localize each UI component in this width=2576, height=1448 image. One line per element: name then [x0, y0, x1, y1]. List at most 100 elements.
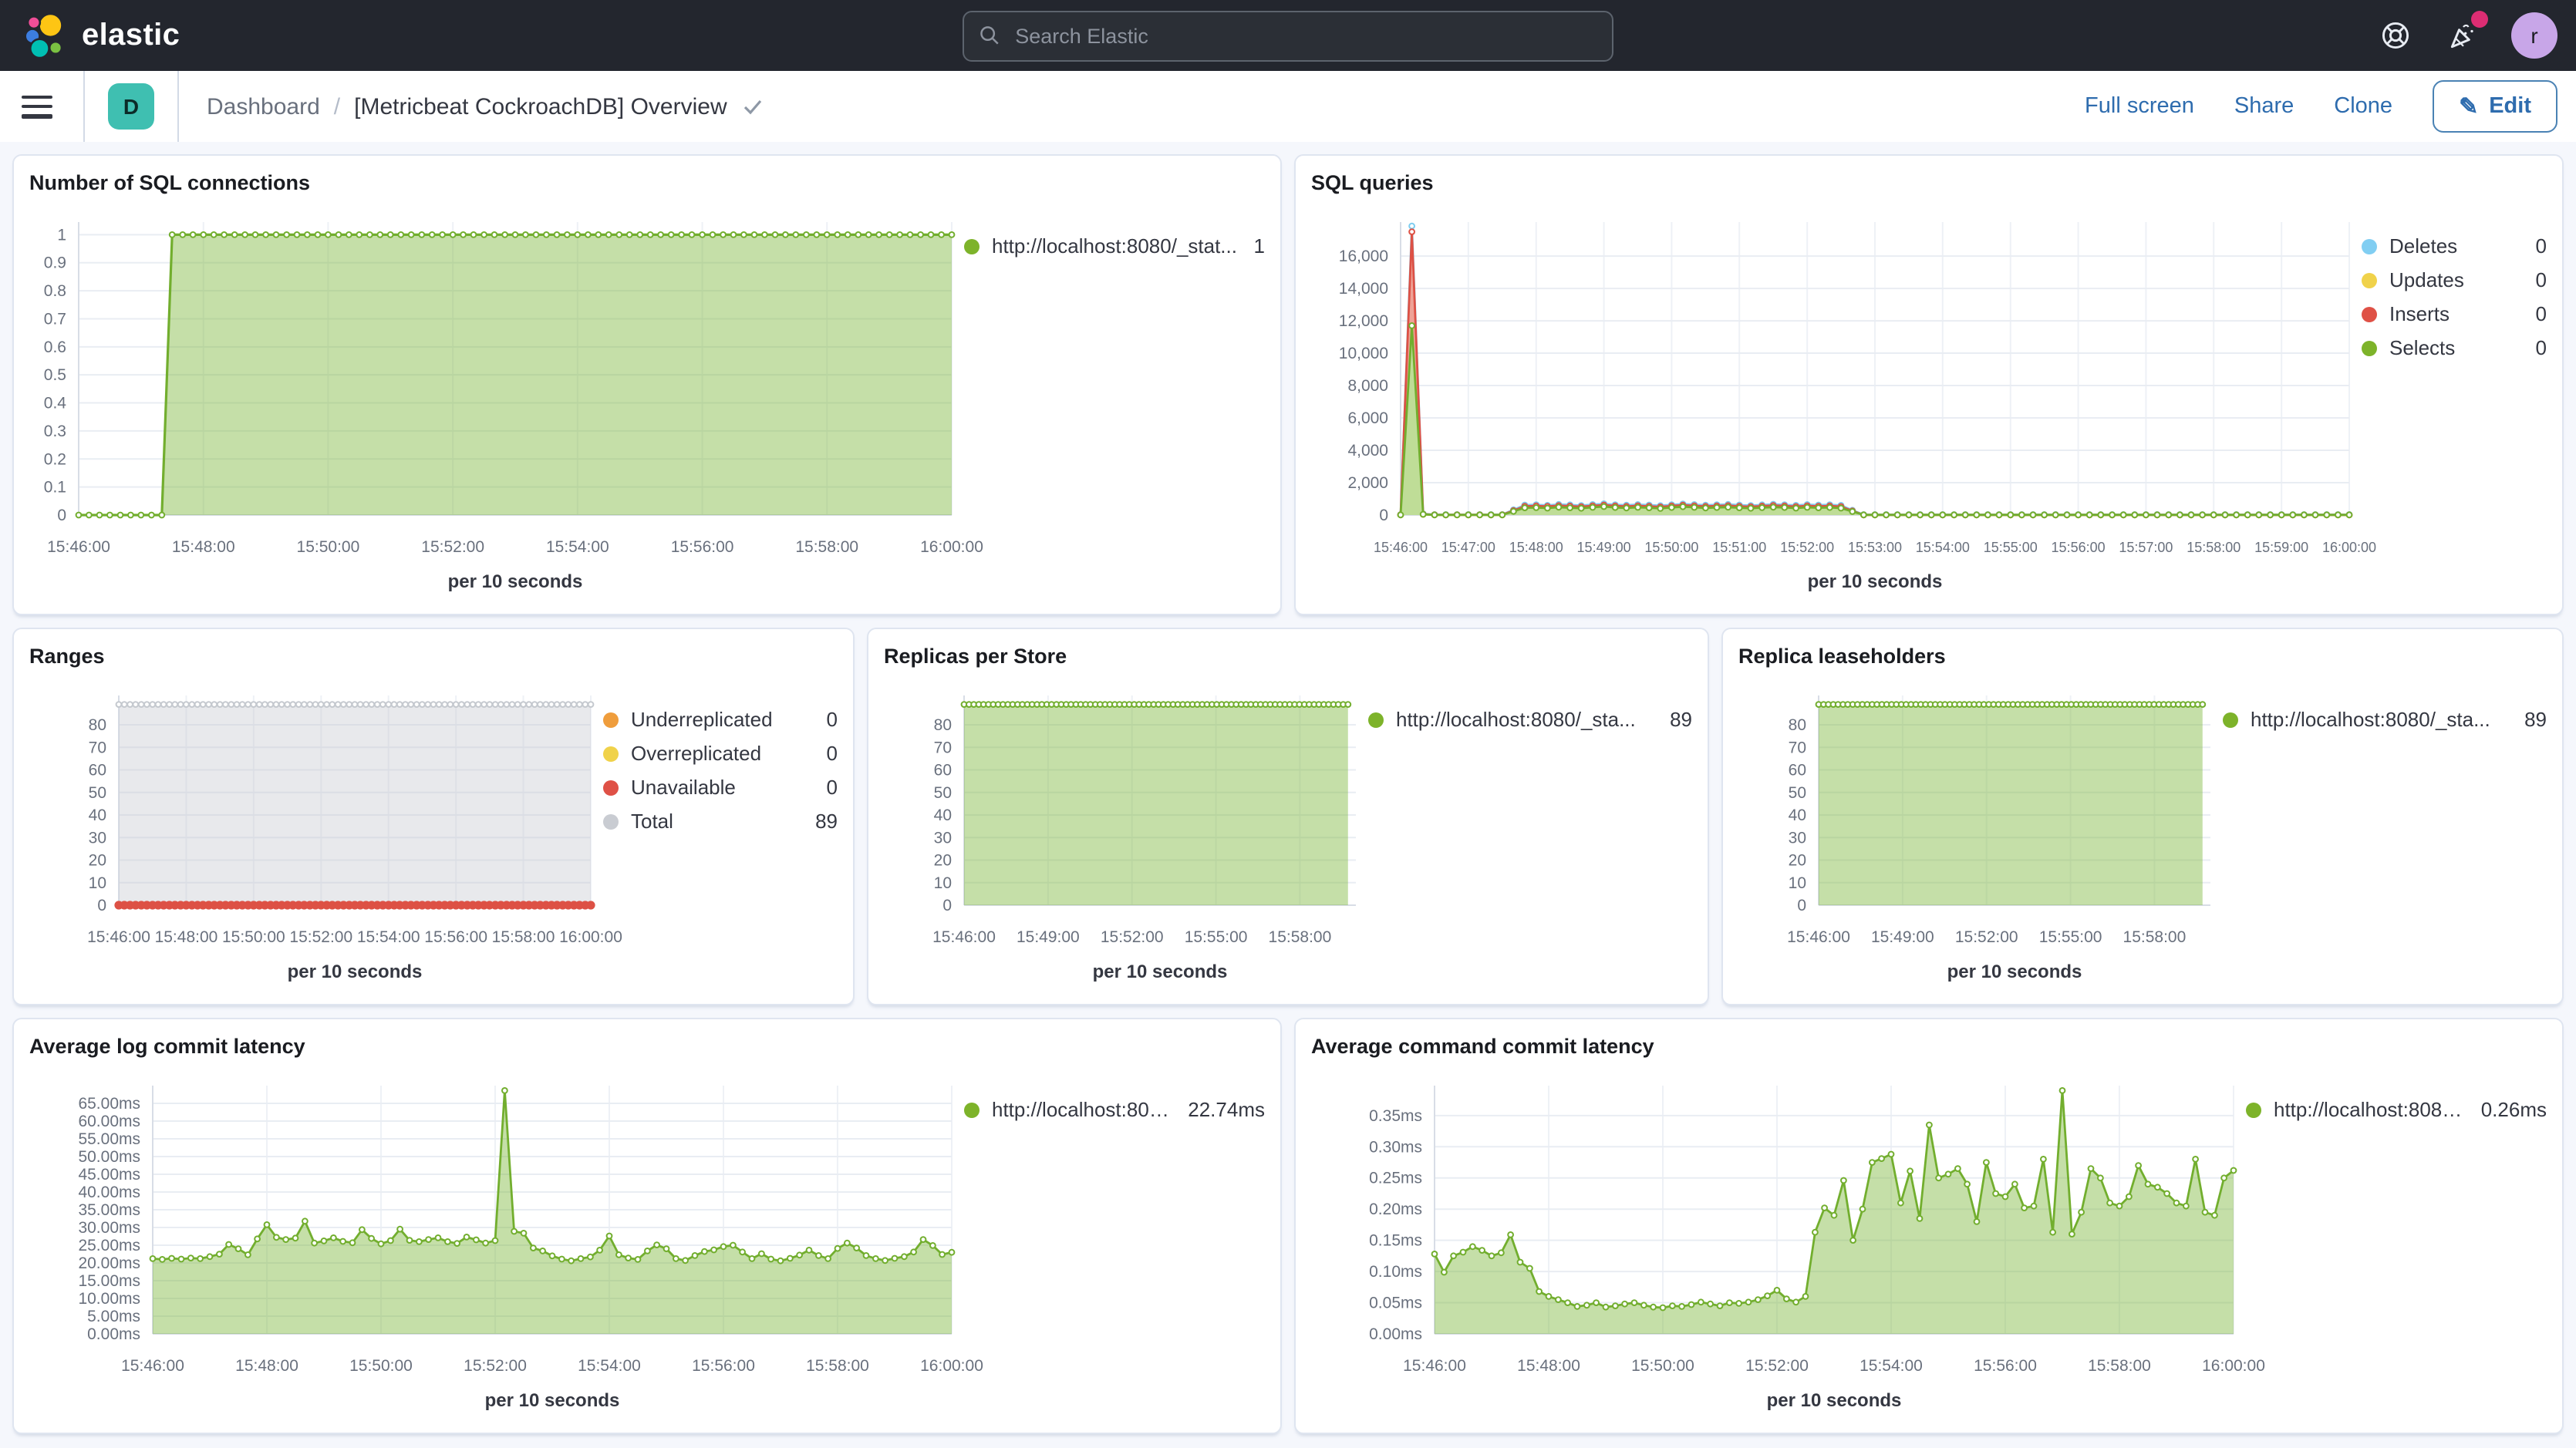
svg-text:0: 0	[942, 897, 952, 914]
panel-title[interactable]: SQL queries	[1311, 171, 2547, 194]
help-button[interactable]	[2375, 15, 2416, 56]
global-search[interactable]	[963, 10, 1613, 61]
legend-item[interactable]: Unavailable0	[603, 773, 838, 802]
check-icon	[741, 94, 766, 119]
legend-series-label: http://localhost:8080/_sta...	[2251, 708, 2509, 731]
legend-series-dot	[2246, 1102, 2261, 1117]
legend-item[interactable]: http://localhost:8080/_sta... 89	[1368, 705, 1692, 734]
legend-series-label: http://localhost:8080/_sta...	[1396, 708, 1654, 731]
svg-text:15:50:00: 15:50:00	[1644, 540, 1698, 555]
svg-text:15:48:00: 15:48:00	[172, 538, 235, 556]
svg-text:10: 10	[934, 874, 952, 892]
chart-canvas: 15:46:0015:48:0015:50:0015:52:0015:54:00…	[1311, 1064, 2246, 1420]
legend-series-label: http://localhost:8080...	[2274, 1098, 2466, 1121]
svg-text:0.9: 0.9	[44, 254, 66, 272]
svg-text:15:55:00: 15:55:00	[2039, 928, 2102, 946]
legend-series-dot	[2362, 272, 2377, 288]
panel-title[interactable]: Average command commit latency	[1311, 1035, 2547, 1058]
panel-replicas-per-store: Replicas per Store 15:46:0015:49:0015:52…	[867, 628, 1709, 1005]
legend-series-dot	[964, 238, 979, 254]
svg-text:0.20ms: 0.20ms	[1369, 1200, 1422, 1218]
area-chart[interactable]: 15:46:0015:48:0015:50:0015:52:0015:54:00…	[29, 200, 964, 601]
area-chart[interactable]: 15:46:0015:49:0015:52:0015:55:0015:58:00…	[884, 674, 1368, 992]
svg-text:15:58:00: 15:58:00	[2123, 928, 2187, 946]
panel-title[interactable]: Average log commit latency	[29, 1035, 1265, 1058]
chart-legend: Underreplicated0 Overreplicated0 Unavailab…	[603, 674, 838, 992]
svg-text:5.00ms: 5.00ms	[87, 1308, 140, 1325]
legend-series-label: Updates	[2389, 268, 2520, 291]
legend-item[interactable]: Overreplicated0	[603, 739, 838, 768]
area-chart[interactable]: 15:46:0015:48:0015:50:0015:52:0015:54:00…	[29, 674, 603, 992]
legend-item[interactable]: http://localhost:808...22.74ms	[964, 1095, 1265, 1124]
legend-series-dot	[603, 712, 619, 727]
svg-text:15:51:00: 15:51:00	[1712, 540, 1766, 555]
svg-text:15:58:00: 15:58:00	[2187, 540, 2241, 555]
svg-text:15:50:00: 15:50:00	[1631, 1357, 1694, 1375]
svg-text:30: 30	[89, 829, 106, 847]
svg-text:25.00ms: 25.00ms	[78, 1237, 140, 1254]
svg-text:0.1: 0.1	[44, 479, 66, 497]
panel-title[interactable]: Number of SQL connections	[29, 171, 1265, 194]
user-avatar[interactable]: r	[2511, 12, 2557, 59]
svg-text:10.00ms: 10.00ms	[78, 1290, 140, 1308]
legend-item[interactable]: Deletes0	[2362, 231, 2547, 261]
svg-text:20: 20	[89, 852, 106, 870]
legend-item[interactable]: Updates0	[2362, 265, 2547, 295]
chart-legend: http://localhost:808...22.74ms	[964, 1064, 1265, 1420]
news-feed-button[interactable]	[2443, 15, 2483, 56]
full-screen-button[interactable]: Full screen	[2085, 94, 2194, 119]
svg-text:70: 70	[934, 739, 952, 756]
legend-item[interactable]: Total89	[603, 807, 838, 836]
legend-item[interactable]: Inserts0	[2362, 299, 2547, 328]
svg-text:55.00ms: 55.00ms	[78, 1130, 140, 1148]
svg-text:20.00ms: 20.00ms	[78, 1254, 140, 1272]
breadcrumb-dashboard-link[interactable]: Dashboard	[207, 93, 320, 120]
legend-item[interactable]: http://localhost:8080...0.26ms	[2246, 1095, 2547, 1124]
legend-series-dot	[2362, 340, 2377, 355]
chart-legend: Deletes0 Updates0 Inserts0 Selects0	[2362, 200, 2547, 601]
area-chart[interactable]: 15:46:0015:48:0015:50:0015:52:0015:54:00…	[29, 1064, 964, 1420]
legend-item[interactable]: http://localhost:8080/_sta...89	[2223, 705, 2547, 734]
elastic-logo-home-link[interactable]: elastic	[0, 12, 180, 59]
svg-text:15:55:00: 15:55:00	[1185, 928, 1248, 946]
share-button[interactable]: Share	[2234, 94, 2294, 119]
svg-text:15:54:00: 15:54:00	[357, 928, 420, 946]
legend-series-value: 89	[815, 810, 838, 833]
svg-text:35.00ms: 35.00ms	[78, 1201, 140, 1219]
edit-button[interactable]: ✎ Edit	[2433, 80, 2557, 133]
svg-text:15:58:00: 15:58:00	[2088, 1357, 2151, 1375]
svg-text:0.25ms: 0.25ms	[1369, 1170, 1422, 1187]
chart-legend: http://localhost:8080/_sta...89	[2223, 674, 2547, 992]
panel-title[interactable]: Ranges	[29, 645, 838, 668]
svg-text:16,000: 16,000	[1339, 248, 1388, 265]
svg-text:12,000: 12,000	[1339, 312, 1388, 330]
legend-series-label: http://localhost:8080/_stat...	[992, 234, 1239, 258]
area-chart[interactable]: 15:46:0015:47:0015:48:0015:49:0015:50:00…	[1311, 200, 2362, 601]
menu-toggle-button[interactable]	[22, 95, 52, 118]
clone-button[interactable]: Clone	[2334, 94, 2392, 119]
space-avatar[interactable]: D	[108, 83, 154, 130]
legend-item[interactable]: Underreplicated0	[603, 705, 838, 734]
panel-title[interactable]: Replica leaseholders	[1738, 645, 2547, 668]
svg-text:0: 0	[97, 897, 106, 914]
legend-item[interactable]: Selects0	[2362, 333, 2547, 362]
legend-series-dot	[2223, 712, 2238, 727]
page: elastic	[0, 0, 2576, 1448]
area-chart[interactable]: 15:46:0015:49:0015:52:0015:55:0015:58:00…	[1738, 674, 2223, 992]
edit-button-label: Edit	[2489, 94, 2531, 119]
svg-text:15:55:00: 15:55:00	[1984, 540, 2038, 555]
legend-series-dot	[2362, 238, 2377, 254]
search-input[interactable]	[1012, 22, 1597, 49]
svg-text:15:59:00: 15:59:00	[2254, 540, 2308, 555]
chart-canvas: 15:46:0015:47:0015:48:0015:49:0015:50:00…	[1311, 200, 2362, 601]
svg-text:0: 0	[1379, 507, 1388, 524]
area-chart[interactable]: 15:46:0015:48:0015:50:0015:52:0015:54:00…	[1311, 1064, 2246, 1420]
legend-series-label: Unavailable	[631, 776, 811, 799]
panel-sql-queries: SQL queries 15:46:0015:47:0015:48:0015:4…	[1294, 154, 2564, 615]
legend-series-value: 89	[1670, 708, 1692, 731]
legend-item[interactable]: http://localhost:8080/_stat...1	[964, 231, 1265, 261]
legend-series-dot	[2362, 306, 2377, 322]
panel-title[interactable]: Replicas per Store	[884, 645, 1692, 668]
legend-series-dot	[603, 813, 619, 829]
chart-canvas: 15:46:0015:48:0015:50:0015:52:0015:54:00…	[29, 200, 964, 601]
